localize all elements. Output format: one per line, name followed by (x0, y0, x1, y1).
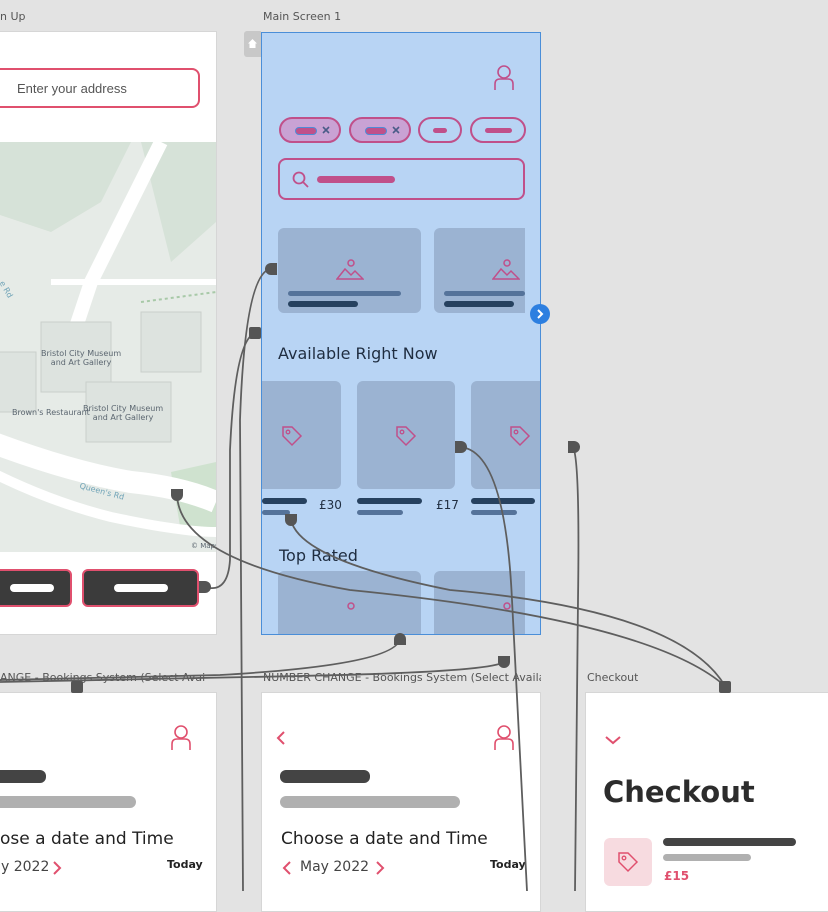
main-screen-frame[interactable]: Available Right Now £30 £17 Top Rated (261, 32, 541, 635)
connection-handle[interactable] (394, 633, 406, 645)
tag-icon (618, 852, 639, 873)
next-arrow-icon (537, 309, 544, 319)
map-label-museum-2: Bristol City Museum and Art Gallery (83, 404, 164, 422)
item-name-bar (471, 498, 535, 504)
chevron-right-icon[interactable] (375, 861, 385, 875)
image-icon (503, 602, 511, 610)
tag-icon (396, 426, 417, 447)
map-label-museum-1: Bristol City Museum and Art Gallery (41, 349, 122, 367)
chevron-left-icon[interactable] (276, 731, 286, 745)
close-icon[interactable] (322, 126, 330, 134)
frame-label-booking-2: NUMBER CHANGE - Bookings System (Select … (263, 671, 541, 684)
available-card[interactable] (262, 381, 341, 489)
image-icon (336, 259, 364, 280)
image-icon (347, 602, 355, 610)
connection-handle[interactable] (199, 581, 211, 593)
available-card[interactable] (357, 381, 455, 489)
connection-handle[interactable] (171, 489, 183, 501)
frame-label-signup: n Up (0, 10, 26, 23)
connection-handle[interactable] (568, 441, 580, 453)
tag-icon (282, 426, 303, 447)
tag-icon (510, 426, 531, 447)
booking-frame-2[interactable]: Choose a date and Time May 2022 Today (261, 692, 541, 912)
checkout-item-thumbnail (604, 838, 652, 886)
subtitle-placeholder-bar (280, 796, 460, 808)
frame-label-checkout: Checkout (587, 671, 639, 684)
booking-2-month: May 2022 (300, 859, 370, 875)
name-placeholder-bar (280, 770, 370, 783)
subtitle-placeholder-bar (0, 796, 136, 808)
search-icon (292, 171, 309, 188)
booking-1-today[interactable]: Today (167, 858, 203, 871)
booking-1-month: y 2022 (1, 859, 50, 875)
chevron-left-icon[interactable] (282, 861, 292, 875)
checkout-heading: Checkout (603, 775, 755, 809)
signup-secondary-button[interactable] (0, 569, 72, 607)
map-view[interactable]: Bristol City Museum and Art Gallery Bris… (0, 142, 216, 552)
address-input[interactable]: Enter your address (0, 68, 200, 108)
booking-2-heading: Choose a date and Time (281, 829, 488, 849)
checkout-frame[interactable]: Checkout £15 (585, 692, 828, 912)
top-rated-card[interactable] (434, 571, 525, 634)
connection-handle[interactable] (71, 681, 83, 693)
user-icon[interactable] (494, 725, 514, 751)
user-icon[interactable] (494, 65, 514, 91)
filter-chip-4[interactable] (470, 117, 526, 143)
frame-label-booking-1: ANGE - Bookings System (Select Available… (0, 671, 205, 684)
next-arrow-button[interactable] (530, 304, 550, 324)
featured-card[interactable] (434, 228, 525, 313)
map-label-restaurant: Brown's Restaurant (12, 408, 90, 417)
address-input-placeholder: Enter your address (17, 81, 127, 96)
item-detail-bar (357, 510, 403, 515)
checkout-item-price: £15 (664, 869, 690, 883)
item-name-bar (262, 498, 307, 504)
item-detail-bar (471, 510, 517, 515)
filter-chip-2[interactable] (349, 117, 411, 143)
home-tab[interactable] (244, 31, 261, 57)
map-attribution: © Maps (191, 542, 216, 550)
booking-1-heading: ose a date and Time (0, 829, 174, 849)
chevron-right-icon[interactable] (52, 861, 62, 875)
filter-chip-1[interactable] (279, 117, 341, 143)
search-input[interactable] (278, 158, 525, 200)
available-heading: Available Right Now (278, 344, 438, 363)
connection-handle[interactable] (265, 263, 277, 275)
chevron-down-icon[interactable] (605, 735, 621, 745)
item-name-bar (357, 498, 422, 504)
top-rated-card[interactable] (278, 571, 421, 634)
booking-frame-1[interactable]: ose a date and Time y 2022 Today (0, 692, 217, 912)
filter-chip-3[interactable] (418, 117, 462, 143)
available-card[interactable] (471, 381, 540, 489)
image-icon (492, 259, 520, 280)
close-icon[interactable] (392, 126, 400, 134)
booking-2-today[interactable]: Today (490, 858, 526, 871)
item-price: £17 (436, 498, 459, 512)
home-icon (248, 39, 257, 48)
user-icon[interactable] (171, 725, 191, 751)
signup-frame[interactable]: Enter your address Bristol City Museum a… (0, 31, 217, 635)
frame-label-main-screen: Main Screen 1 (263, 10, 342, 23)
connection-handle[interactable] (285, 514, 297, 526)
featured-card[interactable] (278, 228, 421, 313)
top-rated-heading: Top Rated (279, 546, 358, 565)
checkout-item-detail-bar (663, 854, 751, 861)
connection-handle[interactable] (719, 681, 731, 693)
connection-handle[interactable] (455, 441, 467, 453)
checkout-item-name-bar (663, 838, 796, 846)
item-price: £30 (319, 498, 342, 512)
name-placeholder-bar (0, 770, 46, 783)
connection-handle[interactable] (249, 327, 261, 339)
connection-handle[interactable] (498, 656, 510, 668)
signup-primary-button[interactable] (82, 569, 199, 607)
